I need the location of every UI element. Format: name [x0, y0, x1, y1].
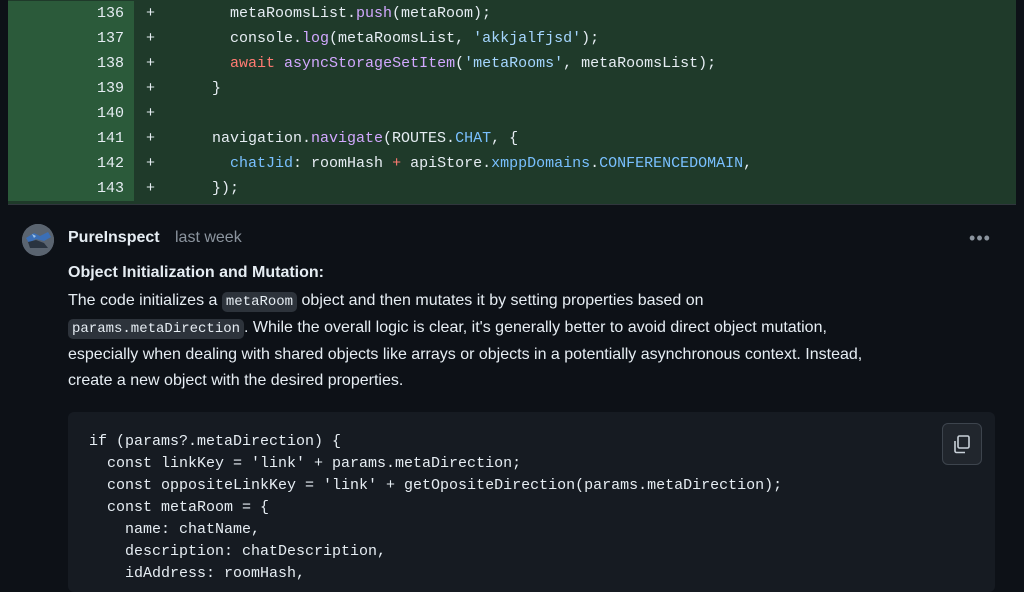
- diff-row: 142 + chatJid: roomHash + apiStore.xmppD…: [8, 151, 1016, 176]
- diff-row: 139 + }: [8, 76, 1016, 101]
- text-segment: object and then mutates it by setting pr…: [297, 292, 704, 309]
- avatar[interactable]: [22, 224, 54, 256]
- diff-sign: +: [146, 55, 156, 72]
- code-block-line: const metaRoom = {: [89, 499, 270, 516]
- inline-code: params.metaDirection: [68, 319, 245, 339]
- copy-icon: [954, 435, 970, 454]
- diff-sign: +: [146, 5, 156, 22]
- diff-sign: +: [146, 30, 156, 47]
- line-number[interactable]: 141: [8, 126, 134, 151]
- code-block-line: const oppositeLinkKey = 'link' + getOpos…: [89, 477, 783, 494]
- line-number[interactable]: 138: [8, 51, 134, 76]
- code-line: });: [176, 180, 240, 197]
- code-line: metaRoomsList.push(metaRoom);: [176, 5, 492, 22]
- diff-row: 140 +: [8, 101, 1016, 126]
- line-number[interactable]: 137: [8, 26, 134, 51]
- comment-heading: Object Initialization and Mutation:: [68, 264, 324, 281]
- diff-row: 136 + metaRoomsList.push(metaRoom);: [8, 1, 1016, 26]
- inline-code: metaRoom: [221, 292, 298, 312]
- code-block-line: description: chatDescription,: [89, 543, 387, 560]
- code-block-line: const linkKey = 'link' + params.metaDire…: [89, 455, 522, 472]
- code-block: if (params?.metaDirection) { const linkK…: [68, 412, 995, 592]
- diff-sign: +: [146, 130, 156, 147]
- avatar-image-icon: [22, 224, 54, 256]
- diff-view: 136 + metaRoomsList.push(metaRoom); 137 …: [8, 0, 1016, 204]
- comment-timestamp[interactable]: last week: [175, 229, 242, 247]
- line-number[interactable]: 142: [8, 151, 134, 176]
- code-block-line: idAddress: roomHash,: [89, 565, 306, 582]
- diff-sign: +: [146, 80, 156, 97]
- diff-row: 143 + });: [8, 176, 1016, 201]
- copy-code-button[interactable]: [942, 423, 982, 465]
- diff-sign: +: [146, 155, 156, 172]
- diff-row: 141 + navigation.navigate(ROUTES.CHAT, {: [8, 126, 1016, 151]
- code-line: await asyncStorageSetItem('metaRooms', m…: [230, 55, 717, 72]
- line-number[interactable]: 136: [8, 1, 134, 26]
- code-line: console.log(metaRoomsList, 'akkjalfjsd')…: [176, 30, 600, 47]
- line-number[interactable]: 140: [8, 101, 134, 126]
- comment-paragraph-line: create a new object with the desired pro…: [68, 372, 404, 389]
- code-block-line: if (params?.metaDirection) {: [89, 433, 342, 450]
- code-block-line: name: chatName,: [89, 521, 261, 538]
- diff-sign: +: [146, 105, 156, 122]
- comment-paragraph-line: especially when dealing with shared obje…: [68, 346, 863, 363]
- code-line: navigation.navigate(ROUTES.CHAT, {: [176, 130, 519, 147]
- diff-row: 138 + await asyncStorageSetItem('metaRoo…: [8, 51, 1016, 76]
- code-line: chatJid: roomHash + apiStore.xmppDomains…: [230, 155, 753, 172]
- diff-row: 137 + console.log(metaRoomsList, 'akkjal…: [8, 26, 1016, 51]
- line-number[interactable]: 139: [8, 76, 134, 101]
- text-segment: The code initializes a: [68, 292, 222, 309]
- comment-paragraph-line: The code initializes a metaRoom object a…: [68, 287, 1008, 316]
- comment-paragraph-line: params.metaDirection. While the overall …: [68, 314, 1008, 343]
- line-number[interactable]: 143: [8, 176, 134, 201]
- comment-author[interactable]: PureInspect: [68, 229, 160, 247]
- diff-sign: +: [146, 180, 156, 197]
- text-segment: . While the overall logic is clear, it's…: [244, 319, 827, 336]
- more-options-button[interactable]: •••: [965, 226, 995, 250]
- code-line: }: [176, 80, 222, 97]
